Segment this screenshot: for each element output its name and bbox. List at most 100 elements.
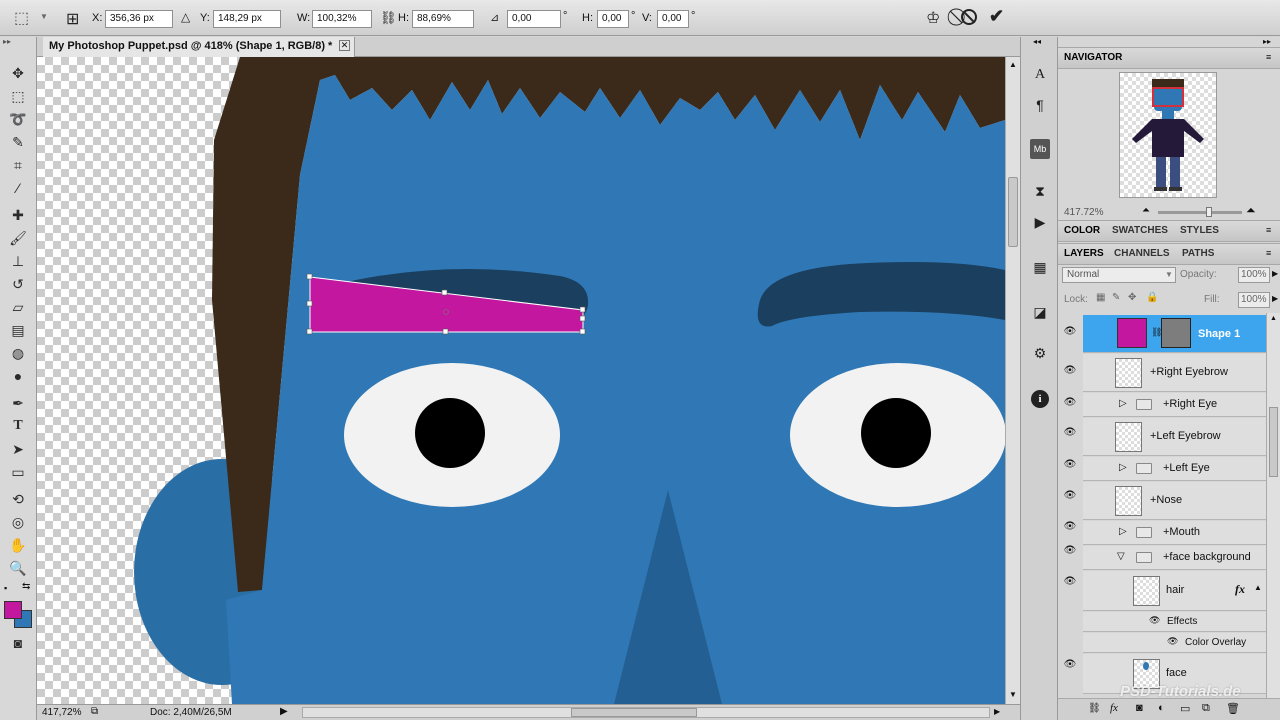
dodge-tool-icon[interactable]: ●: [6, 366, 30, 386]
visibility-eye-icon[interactable]: 👁: [1061, 490, 1079, 501]
reference-point-icon[interactable]: ⊞: [66, 9, 79, 29]
expand-arrow-icon[interactable]: ▷: [1119, 398, 1127, 409]
status-info-icon[interactable]: ⧉: [91, 706, 98, 717]
scroll-down-icon[interactable]: ▼: [1009, 690, 1017, 699]
eyedropper-tool-icon[interactable]: ⁄: [6, 178, 30, 198]
zoom-in-icon[interactable]: ⏶: [1246, 203, 1256, 218]
fill-field[interactable]: 100%: [1238, 292, 1270, 308]
3d-rotate-tool-icon[interactable]: ⟲: [6, 489, 30, 509]
expand-arrow-icon[interactable]: ▷: [1119, 526, 1127, 537]
tab-swatches[interactable]: SWATCHES: [1112, 225, 1168, 236]
canvas-area[interactable]: [37, 57, 1005, 704]
brush-tool-icon[interactable]: 🖌: [6, 228, 30, 248]
layer-left-eyebrow[interactable]: +Left Eyebrow: [1083, 418, 1267, 456]
panels-collapse-icon[interactable]: ▸▸: [1263, 37, 1271, 46]
lasso-tool-icon[interactable]: ➰: [6, 109, 30, 129]
layers-scroll-thumb[interactable]: [1269, 407, 1278, 477]
tab-color[interactable]: COLOR: [1064, 225, 1100, 236]
opacity-arrow-icon[interactable]: ▶: [1272, 269, 1278, 278]
artwork[interactable]: [37, 57, 1005, 704]
actions-panel-icon[interactable]: ▶: [1030, 212, 1050, 232]
scroll-thumb[interactable]: [1008, 177, 1018, 247]
toolbar-collapse-icon[interactable]: ▸▸: [3, 37, 11, 46]
paragraph-panel-icon[interactable]: ¶: [1030, 95, 1050, 115]
quick-select-tool-icon[interactable]: ✎: [6, 132, 30, 152]
move-tool-icon[interactable]: ✥: [6, 63, 30, 83]
visibility-eye-icon[interactable]: 👁: [1061, 545, 1079, 556]
vertical-scrollbar[interactable]: ▲ ▼: [1005, 57, 1020, 704]
clone-source-panel-icon[interactable]: ⚙: [1030, 343, 1050, 363]
dropdown-arrow-icon[interactable]: ▼: [40, 12, 48, 21]
zoom-level[interactable]: 417,72%: [42, 707, 81, 718]
document-tab[interactable]: My Photoshop Puppet.psd @ 418% (Shape 1,…: [43, 37, 355, 57]
visibility-eye-icon[interactable]: 👁: [1061, 326, 1079, 337]
eraser-tool-icon[interactable]: ▱: [6, 297, 30, 317]
lock-image-icon[interactable]: ✎: [1112, 292, 1120, 303]
layer-group-face-background[interactable]: ▽ +face background: [1083, 546, 1267, 570]
close-tab-icon[interactable]: ✕: [339, 40, 350, 51]
new-layer-icon[interactable]: ⧉: [1202, 702, 1210, 715]
blur-tool-icon[interactable]: ◍: [6, 343, 30, 363]
new-group-icon[interactable]: ▭: [1180, 702, 1190, 715]
visibility-eye-icon[interactable]: 👁: [1061, 576, 1079, 587]
status-menu-arrow-icon[interactable]: ▶: [280, 706, 288, 717]
link-layers-icon[interactable]: ⛓: [1088, 703, 1101, 714]
scroll-up-icon[interactable]: ▲: [1009, 60, 1017, 69]
transform-tool-icon[interactable]: ⬚: [14, 8, 29, 28]
lock-all-icon[interactable]: 🔒: [1146, 292, 1158, 303]
color-panel-menu-icon[interactable]: ≡: [1266, 225, 1271, 235]
delete-layer-icon[interactable]: 🗑: [1226, 702, 1240, 715]
layer-color-overlay[interactable]: 👁 Color Overlay: [1083, 633, 1267, 653]
mini-bridge-icon[interactable]: Mb: [1030, 139, 1050, 159]
foreground-color-swatch[interactable]: [4, 601, 22, 619]
visibility-eye-icon[interactable]: 👁: [1061, 427, 1079, 438]
dock-collapse-icon[interactable]: ◂◂: [1033, 37, 1041, 46]
hskew-field[interactable]: 0,00: [597, 10, 629, 28]
layer-group-left-eye[interactable]: ▷ +Left Eye: [1083, 457, 1267, 481]
layer-group-mouth[interactable]: ▷ +Mouth: [1083, 521, 1267, 545]
visibility-eye-icon[interactable]: 👁: [1061, 397, 1079, 408]
zoom-tool-icon[interactable]: 🔍: [6, 558, 30, 578]
link-icon[interactable]: ⛓: [380, 10, 397, 26]
quick-mask-icon[interactable]: ◙: [6, 633, 30, 653]
visibility-eye-icon[interactable]: 👁: [1061, 365, 1079, 376]
path-selection-tool-icon[interactable]: ➤: [6, 439, 30, 459]
navigator-zoom-slider[interactable]: [1158, 207, 1242, 217]
w-field[interactable]: 100,32%: [312, 10, 372, 28]
zoom-out-icon[interactable]: ⏶: [1142, 205, 1150, 216]
lock-transparent-icon[interactable]: ▦: [1096, 292, 1105, 303]
layers-scroll-up-icon[interactable]: ▲: [1270, 315, 1277, 322]
h-field[interactable]: 88,69%: [412, 10, 474, 28]
visibility-eye-icon[interactable]: 👁: [1061, 659, 1079, 670]
blend-mode-select[interactable]: Normal ▼: [1062, 267, 1176, 283]
marquee-tool-icon[interactable]: ⬚: [6, 86, 30, 106]
layer-group-right-eye[interactable]: ▷ +Right Eye: [1083, 393, 1267, 417]
collapse-arrow-icon[interactable]: ▽: [1117, 551, 1125, 562]
layer-shape-1[interactable]: ⛓ Shape 1: [1083, 315, 1267, 353]
zoom-slider-thumb[interactable]: [1206, 207, 1212, 217]
expand-arrow-icon[interactable]: ▷: [1119, 462, 1127, 473]
tab-paths[interactable]: PATHS: [1182, 248, 1214, 259]
commit-transform-icon[interactable]: ✔: [989, 6, 1004, 27]
visibility-eye-icon[interactable]: 👁: [1061, 521, 1079, 532]
swap-colors-icon[interactable]: ⇆: [22, 581, 30, 592]
hand-tool-icon[interactable]: ✋: [6, 535, 30, 555]
new-adjustment-layer-icon[interactable]: ◐: [1158, 702, 1165, 714]
vskew-field[interactable]: 0,00: [657, 10, 689, 28]
visibility-eye-icon[interactable]: 👁: [1061, 459, 1079, 470]
angle-field[interactable]: 0,00: [507, 10, 561, 28]
clone-stamp-tool-icon[interactable]: ⊥: [6, 251, 30, 271]
y-field[interactable]: 148,29 px: [213, 10, 281, 28]
fx-icon[interactable]: fx: [1235, 582, 1245, 597]
adjustments-panel-icon[interactable]: ▦: [1030, 257, 1050, 277]
tab-navigator[interactable]: NAVIGATOR: [1064, 52, 1122, 63]
character-panel-icon[interactable]: A: [1030, 65, 1050, 85]
layers-scrollbar[interactable]: ▲: [1266, 313, 1280, 698]
layer-hair[interactable]: hair fx ▲: [1083, 571, 1267, 611]
default-colors-icon[interactable]: ▪: [4, 583, 7, 593]
add-layer-style-icon[interactable]: fx: [1110, 702, 1118, 714]
delta-icon[interactable]: △: [181, 10, 190, 24]
healing-brush-tool-icon[interactable]: ✚: [6, 205, 30, 225]
tab-layers[interactable]: LAYERS: [1064, 248, 1104, 259]
navigator-menu-icon[interactable]: ≡: [1266, 52, 1271, 62]
